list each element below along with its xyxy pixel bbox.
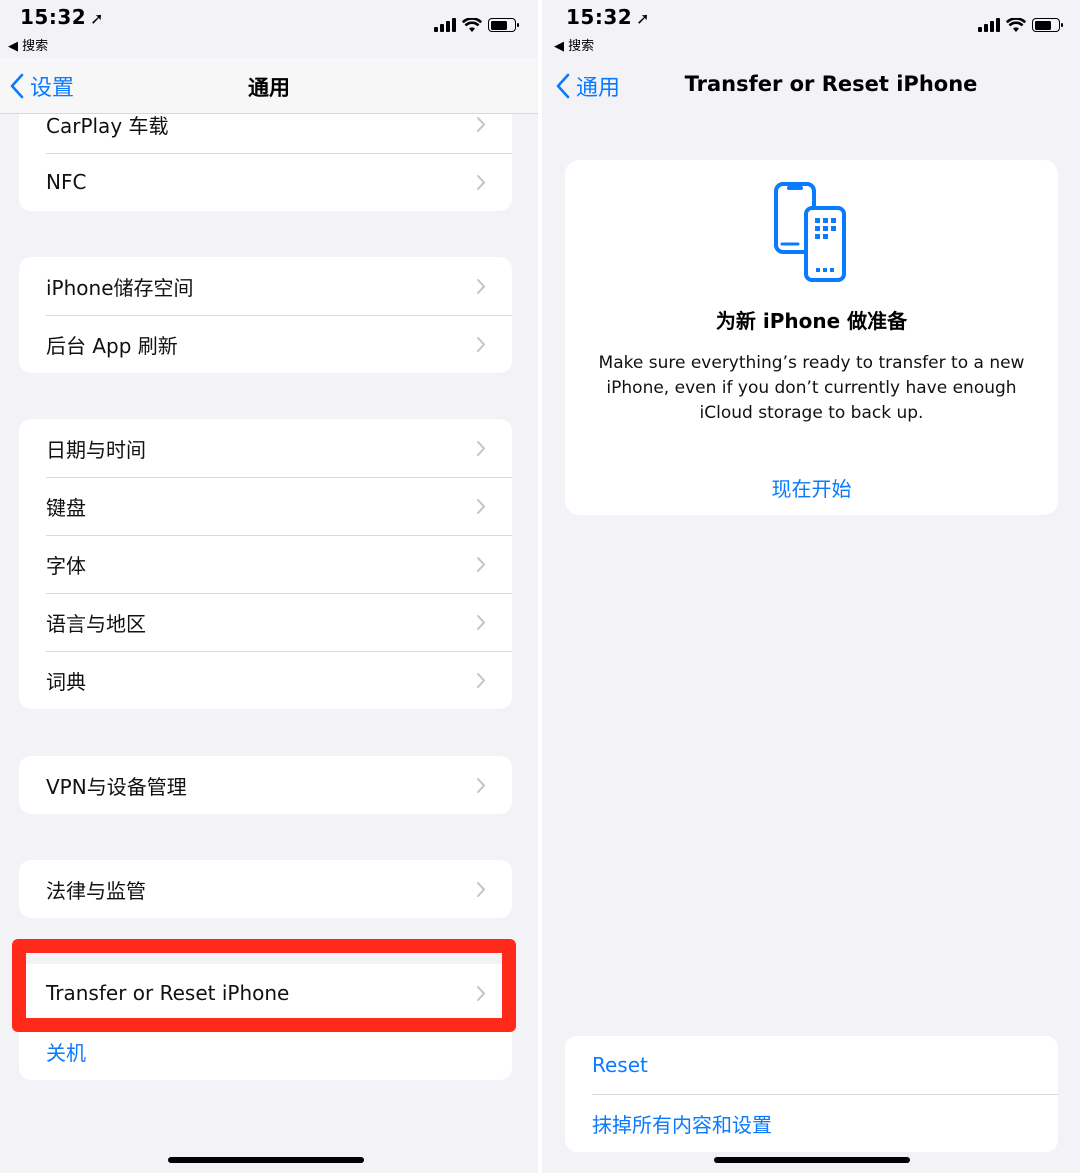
row-label: Reset <box>592 1053 648 1077</box>
chevron-right-icon <box>477 673 486 688</box>
row-label: 法律与监管 <box>46 878 146 903</box>
reset-button[interactable]: Reset <box>565 1036 1058 1094</box>
list-item-date-time[interactable]: 日期与时间 <box>19 419 512 477</box>
list-item-nfc[interactable]: NFC <box>19 153 512 211</box>
back-to-app-link[interactable]: ◀ 搜索 <box>8 35 48 54</box>
list-item-background-refresh[interactable]: 后台 App 刷新 <box>19 315 512 373</box>
chevron-right-icon <box>477 882 486 897</box>
row-label: 后台 App 刷新 <box>46 333 178 358</box>
list-item-transfer-reset[interactable]: Transfer or Reset iPhone <box>19 964 512 1022</box>
erase-all-content-button[interactable]: 抹掉所有内容和设置 <box>565 1094 1058 1152</box>
settings-group: VPN与设备管理 <box>19 756 512 814</box>
chevron-right-icon <box>477 175 486 190</box>
list-item-legal-regulatory[interactable]: 法律与监管 <box>19 860 512 918</box>
shutdown-button[interactable]: 关机 <box>19 1022 512 1080</box>
status-icons <box>434 16 519 34</box>
wifi-icon <box>462 17 482 32</box>
row-label: NFC <box>46 170 87 194</box>
home-indicator <box>714 1157 910 1163</box>
battery-icon <box>488 18 519 32</box>
signal-icon <box>978 18 1000 32</box>
home-indicator <box>168 1157 364 1163</box>
nav-bar: 设置 通用 <box>0 58 538 114</box>
phones-transfer-icon <box>774 182 846 282</box>
card-title: 为新 iPhone 做准备 <box>715 309 908 333</box>
row-label: Transfer or Reset iPhone <box>46 981 290 1005</box>
battery-icon <box>1032 18 1063 32</box>
page-title: 通用 <box>248 76 290 100</box>
chevron-right-icon <box>477 337 486 352</box>
prepare-new-iphone-card: 为新 iPhone 做准备 Make sure everything’s rea… <box>565 160 1058 515</box>
chevron-right-icon <box>477 986 486 1001</box>
status-icons <box>978 16 1063 34</box>
settings-group: iPhone储存空间 后台 App 刷新 <box>19 257 512 373</box>
chevron-right-icon <box>477 441 486 456</box>
status-time-wrap: 15:32 ➚ <box>566 5 650 29</box>
nav-bar: 通用 Transfer or Reset iPhone <box>542 58 1080 114</box>
row-label: VPN与设备管理 <box>46 774 187 799</box>
list-item-keyboard[interactable]: 键盘 <box>19 477 512 535</box>
status-time-wrap: 15:32 ➚ <box>20 5 104 29</box>
chevron-left-icon <box>556 73 570 99</box>
row-label: 抹掉所有内容和设置 <box>592 1112 772 1137</box>
status-time: 15:32 <box>566 5 633 29</box>
status-time: 15:32 <box>20 5 87 29</box>
wifi-icon <box>1006 17 1026 32</box>
transfer-reset-screen: 15:32 ➚ ◀ 搜索 通用 Transfer or Reset iPhone … <box>542 0 1080 1173</box>
chevron-right-icon <box>477 557 486 572</box>
list-item-fonts[interactable]: 字体 <box>19 535 512 593</box>
row-label: iPhone储存空间 <box>46 275 194 300</box>
general-settings-screen: 15:32 ➚ ◀ 搜索 设置 通用 CarPlay 车载 NFC iPhone储… <box>0 0 538 1173</box>
get-started-button[interactable]: 现在开始 <box>565 473 1058 502</box>
location-arrow-icon: ➚ <box>636 9 651 28</box>
settings-group: 日期与时间 键盘 字体 语言与地区 词典 <box>19 419 512 709</box>
page-title: Transfer or Reset iPhone <box>684 72 978 96</box>
row-label: 词典 <box>46 669 86 694</box>
reset-group: Reset 抹掉所有内容和设置 <box>565 1036 1058 1152</box>
chevron-right-icon <box>477 778 486 793</box>
back-to-app-link[interactable]: ◀ 搜索 <box>554 35 594 54</box>
list-item-vpn-device-management[interactable]: VPN与设备管理 <box>19 756 512 814</box>
list-item-language-region[interactable]: 语言与地区 <box>19 593 512 651</box>
signal-icon <box>434 18 456 32</box>
chevron-right-icon <box>477 499 486 514</box>
chevron-right-icon <box>477 615 486 630</box>
settings-group: Transfer or Reset iPhone 关机 <box>19 964 512 1080</box>
chevron-right-icon <box>477 117 486 132</box>
list-item-dictionary[interactable]: 词典 <box>19 651 512 709</box>
location-arrow-icon: ➚ <box>90 9 105 28</box>
row-label: 关机 <box>46 1040 86 1065</box>
settings-group: 法律与监管 <box>19 860 512 918</box>
row-label: 字体 <box>46 553 86 578</box>
row-label: 键盘 <box>46 495 86 520</box>
row-label: 语言与地区 <box>46 611 146 636</box>
card-description: Make sure everything’s ready to transfer… <box>598 353 1025 423</box>
chevron-right-icon <box>477 279 486 294</box>
row-label: 日期与时间 <box>46 437 146 462</box>
list-item-iphone-storage[interactable]: iPhone储存空间 <box>19 257 512 315</box>
